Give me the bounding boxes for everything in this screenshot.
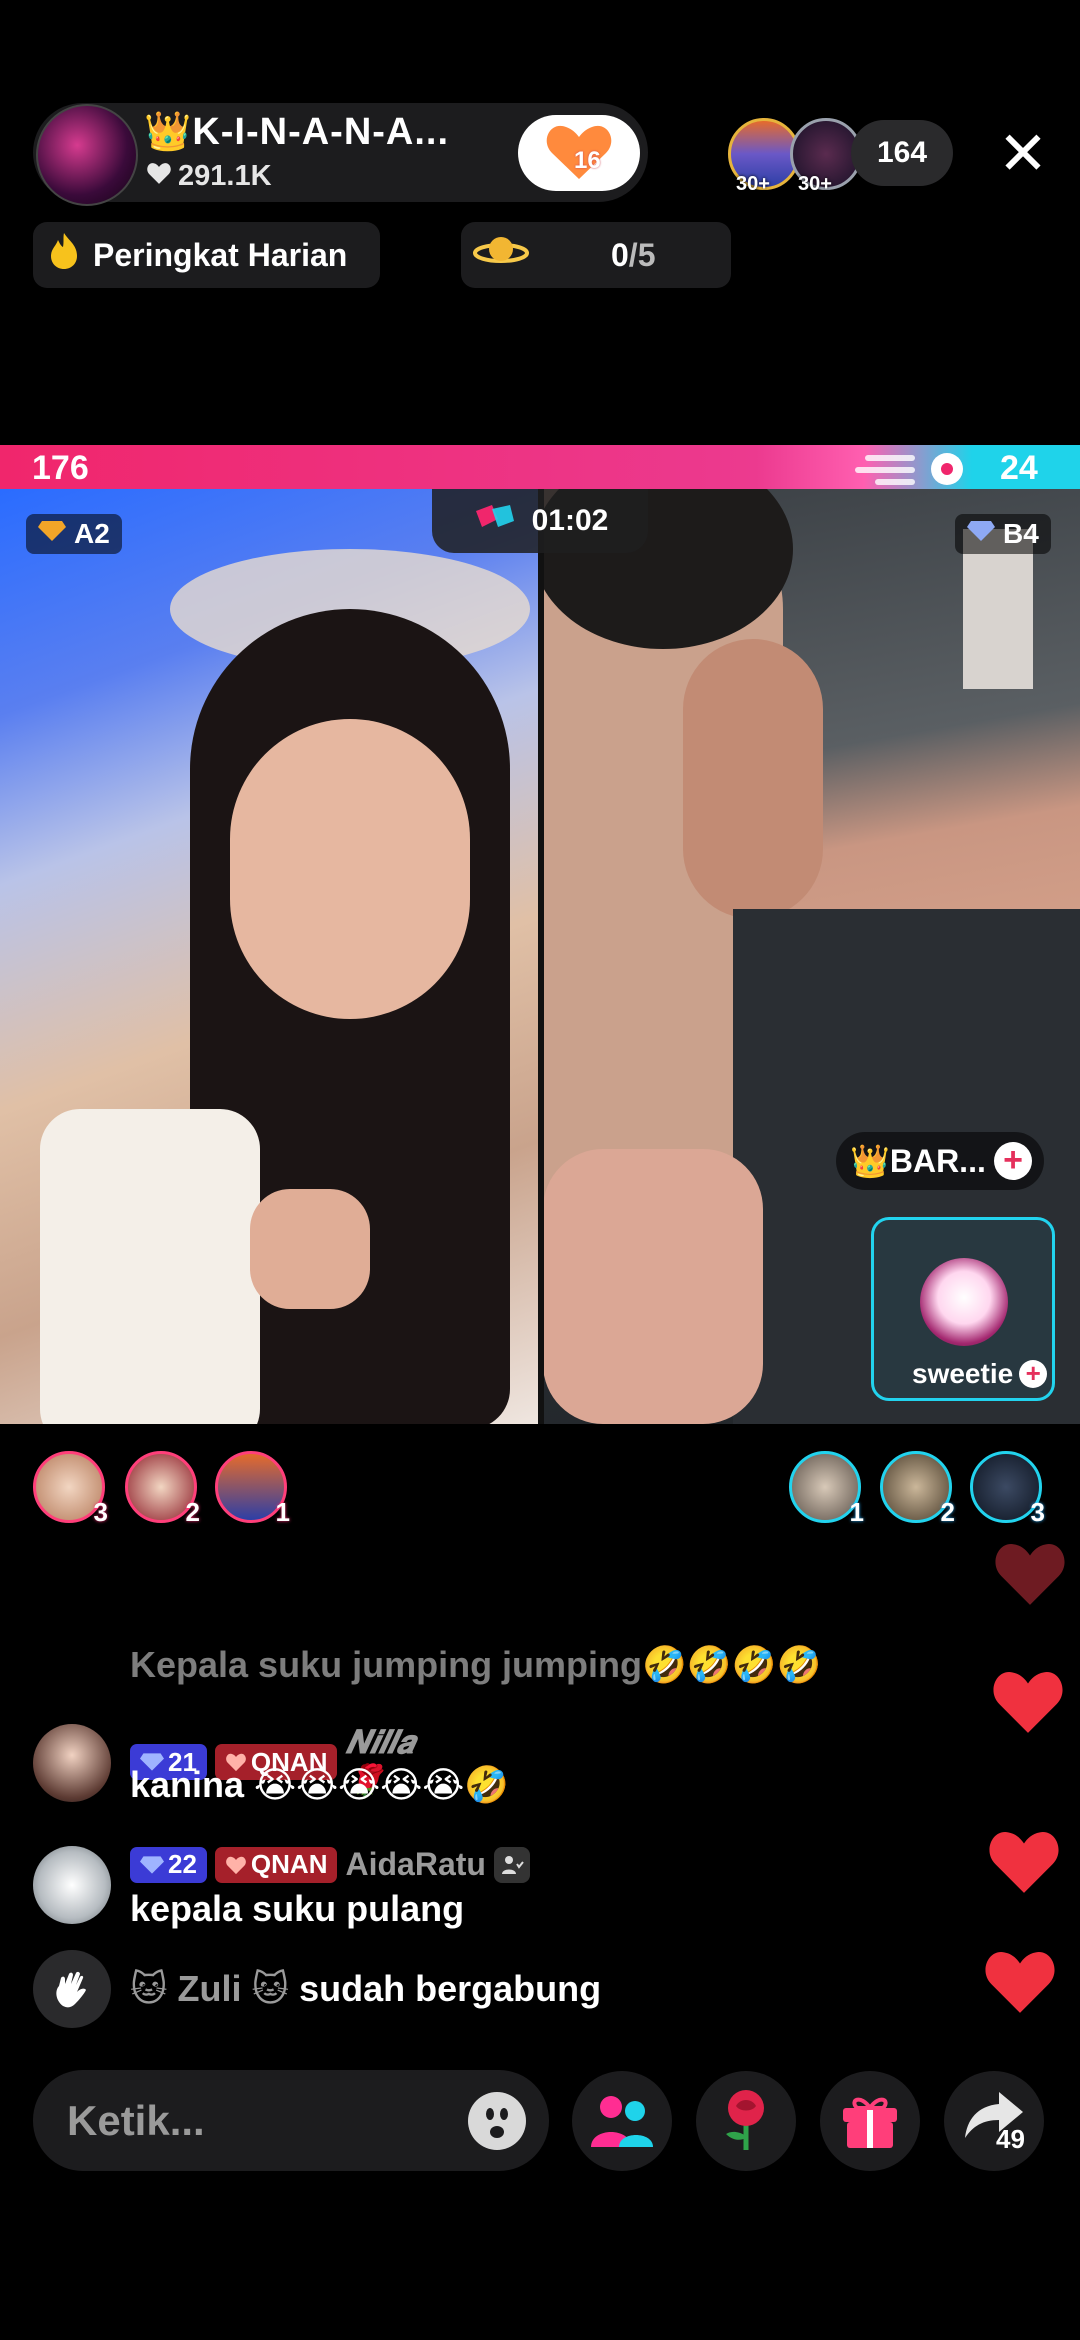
gift-icon [843,2097,897,2148]
score-left: 176 [32,449,89,487]
viewer-count[interactable]: 164 [851,120,953,186]
daily-rank-chip[interactable]: Peringkat Harian [33,222,380,288]
gifter-rank: 1 [275,1497,290,1527]
left-rank-value: A2 [74,518,110,549]
battle-timer-value: 01:02 [531,504,609,537]
right-rank-value: B4 [1003,518,1039,549]
host-name[interactable]: 👑K-I-N-A-N-A... [144,110,449,154]
gem-icon [140,1855,164,1874]
follow-button[interactable]: 16 [518,115,640,191]
right-gifter-3[interactable]: 3 [970,1451,1045,1527]
host-video-left[interactable] [0,489,540,1424]
floating-heart-icon [993,1672,1063,1733]
fire-icon [47,231,81,279]
planet-icon [473,231,529,279]
chat-text: kepala suku pulang [130,1888,465,1929]
left-gifter-1[interactable]: 3 [33,1451,108,1527]
plus-icon[interactable]: + [1019,1360,1048,1388]
daily-rank-label: Peringkat Harian [93,236,348,273]
heart-icon [226,1856,246,1874]
opponent-name-pill[interactable]: 👑BAR... + [836,1132,1044,1190]
gifter-rank: 2 [185,1497,200,1527]
floating-heart-icon [985,1952,1055,2013]
battle-timer: 01:02 [432,489,648,553]
heart-icon: 16 [544,123,614,183]
emoji-icon[interactable] [468,2092,526,2150]
share-count: 49 [996,2124,1025,2154]
chat-username[interactable]: AidaRatu [345,1846,485,1883]
right-gifter-1[interactable]: 1 [789,1451,864,1527]
gifter-rank: 3 [93,1497,108,1527]
score-right: 24 [1000,449,1038,487]
floating-heart-icon [995,1544,1065,1605]
chat-message-faded: Kepala suku jumping jumping🤣🤣🤣🤣 [130,1644,822,1685]
chat-text: kanina 😭😭😭😭😭🤣 [130,1764,510,1805]
left-gifter-3[interactable]: 1 [215,1451,290,1527]
gifter-rank: 1 [849,1497,864,1527]
level-badge: 22 [130,1846,207,1883]
guest-avatar [920,1258,1008,1346]
join-username: 🐱 Zuli 🐱 [130,1968,290,2009]
host-likes-value: 291.1K [178,160,272,192]
left-gifter-2[interactable]: 2 [125,1451,200,1527]
follow-badge-count: 16 [574,147,601,174]
planet-progress-done: 0 [611,236,629,273]
friend-icon [493,1846,530,1883]
people-icon [591,2096,653,2147]
heart-icon [146,160,172,193]
wave-icon [33,1950,111,2028]
gem-icon [967,518,995,550]
rose-icon [726,2090,764,2150]
gem-icon [38,518,66,550]
close-icon[interactable]: ✕ [993,124,1053,184]
right-rank-badge: B4 [955,514,1051,554]
plus-icon[interactable]: + [994,1142,1032,1180]
chat-avatar[interactable] [33,1846,111,1924]
fan-badge: QNAN [214,1846,338,1883]
fan-badge-label: QNAN [250,1849,328,1879]
gifter-rank: 3 [1030,1497,1045,1527]
battle-divider [538,489,544,1424]
floating-heart-icon [989,1832,1059,1893]
planet-progress-total: /5 [628,236,656,273]
guest-card[interactable]: sweetie + [871,1217,1055,1401]
guest-name: sweetie [912,1358,1014,1389]
invite-people-button[interactable] [572,2071,672,2171]
share-button[interactable] [944,2071,1044,2171]
opponent-name: 👑BAR... [850,1143,986,1179]
battle-icon [472,501,518,541]
level-value: 22 [168,1849,197,1879]
chat-avatar[interactable] [33,1724,111,1802]
planet-progress-chip[interactable]: 0 /5 [461,222,731,288]
viewer-rank-tag: 30+ [736,173,770,195]
host-likes: 291.1K [146,160,272,193]
gift-button[interactable] [820,2071,920,2171]
left-rank-badge: A2 [26,514,122,554]
join-text: sudah bergabung [299,1968,602,2009]
gifter-rank: 2 [940,1497,955,1527]
host-avatar[interactable] [36,104,138,206]
right-gifter-2[interactable]: 2 [880,1451,955,1527]
rose-gift-button[interactable] [696,2071,796,2171]
viewer-rank-tag: 30+ [798,173,832,195]
